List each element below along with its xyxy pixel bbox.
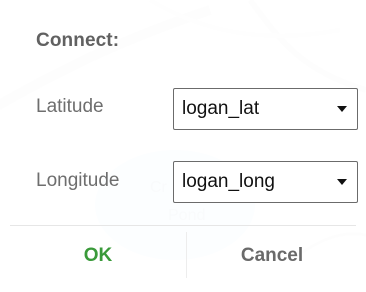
caret-down-icon xyxy=(337,106,347,112)
latitude-label: Latitude xyxy=(36,96,104,117)
longitude-select-value: logan_long xyxy=(182,171,275,192)
caret-down-icon xyxy=(337,179,347,185)
latitude-select-value: logan_lat xyxy=(182,98,260,119)
cancel-button[interactable]: Cancel xyxy=(187,228,357,284)
dialog-title: Connect: xyxy=(36,30,120,51)
connect-dialog: Connect: Latitude logan_lat Longitude lo… xyxy=(0,0,366,292)
latitude-select[interactable]: logan_lat xyxy=(173,88,358,130)
ok-button[interactable]: OK xyxy=(10,228,186,284)
longitude-select[interactable]: logan_long xyxy=(173,161,358,203)
button-divider xyxy=(10,225,356,226)
longitude-label: Longitude xyxy=(36,170,120,191)
